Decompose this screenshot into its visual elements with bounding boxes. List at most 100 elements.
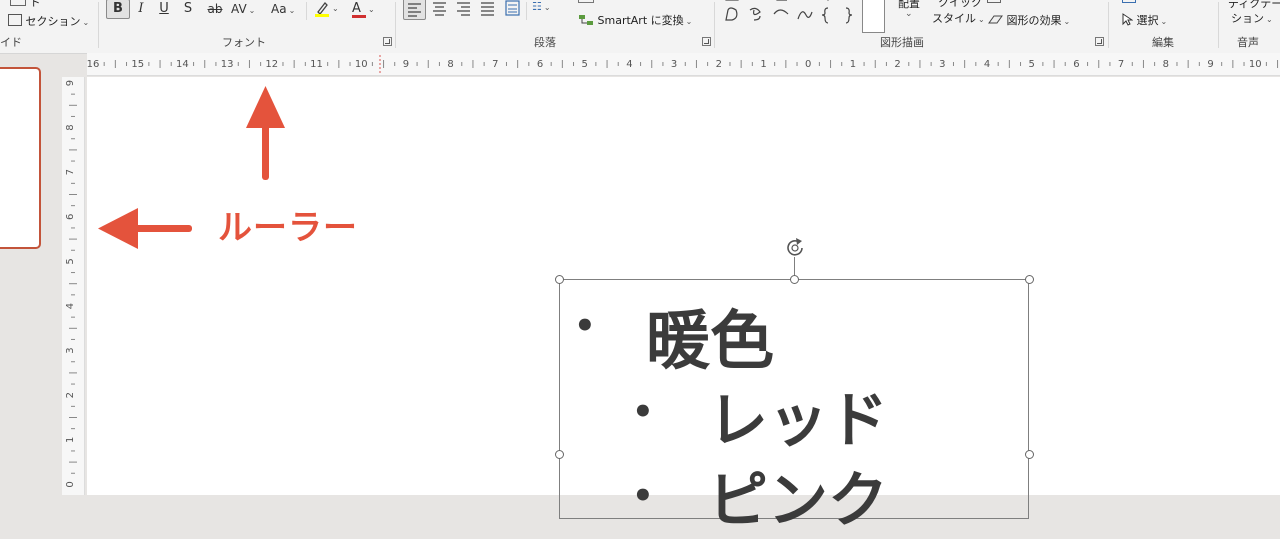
ruler-label: 4 bbox=[65, 303, 76, 309]
font-color-bar bbox=[352, 15, 366, 18]
group-divider bbox=[98, 2, 99, 48]
resize-handle-top-right[interactable] bbox=[1025, 275, 1034, 284]
ruler-label: 12 bbox=[265, 59, 278, 70]
align-left-button[interactable] bbox=[403, 0, 426, 20]
align-text-button[interactable] bbox=[578, 0, 594, 6]
ruler-label: 3 bbox=[939, 59, 945, 70]
section-button[interactable]: セクション ⌄ bbox=[8, 13, 89, 29]
slide-thumbnail[interactable] bbox=[0, 67, 41, 249]
text-placeholder[interactable]: • 暖色 • レッド • ピンク bbox=[559, 279, 1029, 536]
ruler-label: 1 bbox=[850, 59, 856, 70]
resize-handle-top[interactable] bbox=[790, 275, 799, 284]
vertical-ruler[interactable]: 9 8 7 6 5 4 3 2 1 0 bbox=[62, 77, 85, 495]
quick-styles-button[interactable]: スタイル ⌄ bbox=[932, 10, 985, 26]
shape-outline-button[interactable] bbox=[987, 0, 1001, 6]
shape-gallery-scroll[interactable] bbox=[862, 0, 885, 33]
editing-group-label: 編集 bbox=[1152, 36, 1174, 49]
horizontal-ruler[interactable]: 16 15 14 13 12 11 10 9 8 7 6 5 4 3 2 1 0 1 2 3 4 5 6 7 8 9 10 bbox=[87, 53, 1280, 76]
align-left-icon bbox=[408, 3, 421, 17]
bullet-1: • bbox=[574, 306, 596, 346]
ruler-label: 2 bbox=[65, 392, 76, 398]
bold-button[interactable]: B bbox=[106, 0, 130, 19]
ruler-label: 10 bbox=[1249, 59, 1262, 70]
layout-button[interactable]: ト bbox=[10, 0, 41, 10]
ruler-label: 10 bbox=[355, 59, 368, 70]
ruler-label: 0 bbox=[805, 59, 811, 70]
ruler-label: 14 bbox=[176, 59, 189, 70]
resize-handle-top-left[interactable] bbox=[555, 275, 564, 284]
smartart-icon bbox=[579, 15, 593, 25]
resize-handle-right[interactable] bbox=[1025, 450, 1034, 459]
line-spacing-button[interactable]: ☷ ⌄ bbox=[532, 0, 551, 13]
character-spacing-button[interactable]: AV ⌄ bbox=[231, 0, 261, 18]
shape-effects-button[interactable]: 図形の効果 ⌄ bbox=[987, 12, 1070, 28]
ruler-label: 2 bbox=[716, 59, 722, 70]
ribbon: ト セクション ⌄ イド B I U S ab AV ⌄ Aa ⌄ ⌄ A ⌄ フォン… bbox=[0, 0, 1280, 54]
ruler-label: 4 bbox=[984, 59, 990, 70]
shapes-gallery[interactable] bbox=[722, 0, 857, 30]
ruler-label: 7 bbox=[65, 169, 76, 175]
ruler-label: 2 bbox=[894, 59, 900, 70]
convert-smartart-button[interactable]: SmartArt に変換 ⌄ bbox=[578, 12, 692, 28]
font-dialog-launcher[interactable] bbox=[383, 37, 392, 46]
ruler-label: 3 bbox=[671, 59, 677, 70]
ruler-label: 8 bbox=[1163, 59, 1169, 70]
paragraph-divider bbox=[526, 2, 527, 20]
align-center-icon bbox=[433, 2, 446, 16]
group-divider bbox=[714, 2, 715, 48]
strikethrough-button[interactable]: ab bbox=[205, 0, 225, 18]
group-divider bbox=[1218, 2, 1219, 48]
underline-button[interactable]: U bbox=[156, 0, 172, 18]
select-button[interactable]: 選択 ⌄ bbox=[1121, 12, 1167, 28]
replace-button[interactable] bbox=[1122, 0, 1136, 6]
ruler-label: 9 bbox=[65, 80, 76, 86]
align-right-icon bbox=[457, 2, 470, 16]
italic-button[interactable]: I bbox=[133, 0, 149, 18]
ruler-label: 7 bbox=[1118, 59, 1124, 70]
ruler-label: 1 bbox=[760, 59, 766, 70]
ruler-label: 6 bbox=[1073, 59, 1079, 70]
list-icon: ☷ bbox=[532, 0, 542, 13]
cursor-icon bbox=[1122, 13, 1134, 26]
group-divider bbox=[1108, 2, 1109, 48]
rotate-handle-icon[interactable] bbox=[784, 236, 808, 260]
ruler-label: 4 bbox=[626, 59, 632, 70]
ruler-label: 0 bbox=[65, 481, 76, 487]
ruler-annotation-label: ルーラー bbox=[218, 208, 358, 248]
columns-icon bbox=[505, 0, 520, 16]
justify-button[interactable] bbox=[477, 0, 498, 22]
ruler-label: 16 bbox=[87, 59, 99, 70]
columns-button[interactable] bbox=[502, 0, 523, 22]
font-divider bbox=[306, 2, 307, 20]
voice-group-label: 音声 bbox=[1237, 36, 1259, 49]
slides-group-label: イド bbox=[0, 36, 22, 49]
ruler-label: 5 bbox=[582, 59, 588, 70]
list-item-level1[interactable]: 暖色 bbox=[646, 290, 774, 382]
bullet-2: • bbox=[632, 392, 654, 432]
horizontal-ruler-ticks: 16 15 14 13 12 11 10 9 8 7 6 5 4 3 2 1 0 1 2 3 4 5 6 7 8 9 10 bbox=[87, 55, 1279, 73]
shapes-icon bbox=[725, 0, 853, 24]
ruler-label: 15 bbox=[131, 59, 144, 70]
left-arrow-head-icon bbox=[98, 208, 138, 249]
drawing-group-label: 図形描画 bbox=[880, 36, 924, 49]
section-icon bbox=[8, 14, 22, 26]
font-group-label: フォント bbox=[222, 36, 266, 49]
list-item-level2[interactable]: レッド bbox=[708, 372, 888, 459]
ruler-label: 9 bbox=[1207, 59, 1213, 70]
up-arrow-head-icon bbox=[246, 86, 285, 128]
font-color-button[interactable]: A ⌄ bbox=[352, 0, 384, 18]
paragraph-group-label: 段落 bbox=[534, 36, 556, 49]
align-right-button[interactable] bbox=[453, 0, 474, 22]
change-case-button[interactable]: Aa ⌄ bbox=[271, 0, 303, 18]
ruler-label: 7 bbox=[492, 59, 498, 70]
highlighter-icon bbox=[315, 2, 329, 17]
drawing-dialog-launcher[interactable] bbox=[1095, 37, 1104, 46]
align-center-button[interactable] bbox=[429, 0, 450, 22]
list-item-level2[interactable]: ピンク bbox=[708, 452, 888, 539]
resize-handle-left[interactable] bbox=[555, 450, 564, 459]
text-shadow-button[interactable]: S bbox=[180, 0, 196, 18]
paragraph-dialog-launcher[interactable] bbox=[702, 37, 711, 46]
ruler-label: 8 bbox=[447, 59, 453, 70]
highlight-color-button[interactable]: ⌄ bbox=[314, 0, 346, 18]
ruler-label: 3 bbox=[65, 347, 76, 353]
